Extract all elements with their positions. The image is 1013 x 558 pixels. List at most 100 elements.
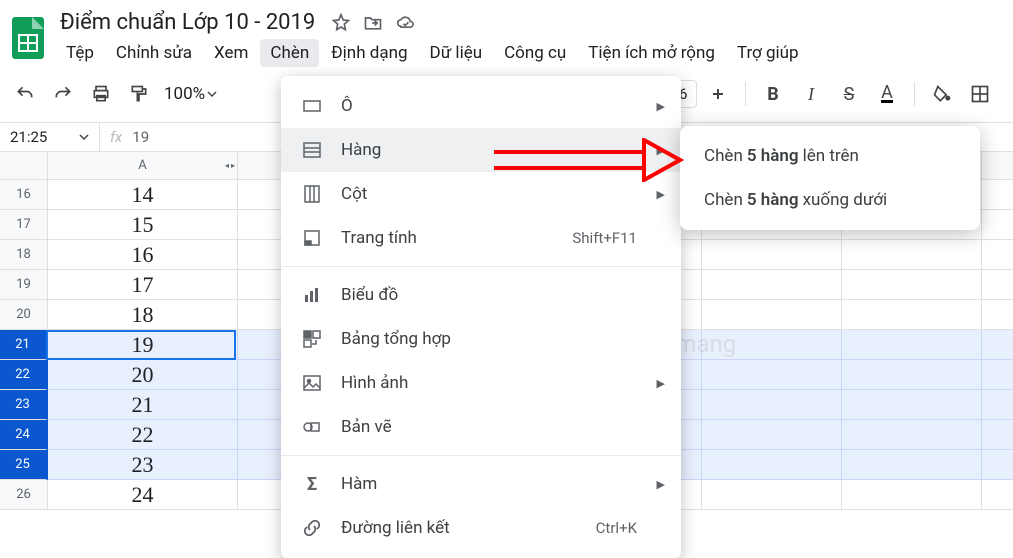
column-resize-handle[interactable]: ◂▸: [223, 164, 237, 168]
paint-format-button[interactable]: [122, 77, 156, 111]
cell[interactable]: 23: [48, 450, 238, 480]
cell[interactable]: 20: [48, 360, 238, 390]
menu-item-chart[interactable]: Biểu đồ: [281, 273, 681, 317]
fill-color-button[interactable]: [925, 77, 959, 111]
menu-tools[interactable]: Công cụ: [494, 39, 576, 67]
cell[interactable]: [842, 300, 982, 330]
row-header[interactable]: 19: [0, 270, 48, 300]
cell[interactable]: [982, 300, 1013, 330]
move-folder-icon[interactable]: [363, 13, 383, 33]
row-header[interactable]: 18: [0, 240, 48, 270]
menu-format[interactable]: Định dạng: [321, 39, 417, 67]
cell[interactable]: [238, 300, 282, 330]
menu-help[interactable]: Trợ giúp: [727, 39, 809, 67]
cell[interactable]: [982, 450, 1013, 480]
cell[interactable]: 19: [48, 330, 238, 360]
cell[interactable]: [238, 360, 282, 390]
column-header-a[interactable]: A ◂▸: [48, 152, 238, 180]
italic-button[interactable]: I: [794, 77, 828, 111]
cloud-status-icon[interactable]: [395, 13, 417, 33]
cell[interactable]: [842, 330, 982, 360]
borders-button[interactable]: [963, 77, 997, 111]
menu-insert[interactable]: Chèn: [260, 39, 319, 67]
cell[interactable]: [238, 330, 282, 360]
star-icon[interactable]: [331, 13, 351, 33]
cell[interactable]: 15: [48, 210, 238, 240]
cell[interactable]: [842, 270, 982, 300]
cell[interactable]: [982, 360, 1013, 390]
cell[interactable]: [982, 390, 1013, 420]
cell[interactable]: [842, 450, 982, 480]
name-box[interactable]: 21:25: [0, 123, 100, 151]
cell[interactable]: [238, 420, 282, 450]
row-header[interactable]: 16: [0, 180, 48, 210]
cell[interactable]: 22: [48, 420, 238, 450]
column-header[interactable]: [238, 152, 282, 180]
cell[interactable]: [702, 330, 842, 360]
menu-item-pivot[interactable]: Bảng tổng hợp: [281, 317, 681, 361]
cell[interactable]: [702, 360, 842, 390]
row-header[interactable]: 21: [0, 330, 48, 360]
select-all-corner[interactable]: [0, 152, 48, 180]
row-header[interactable]: 24: [0, 420, 48, 450]
strikethrough-button[interactable]: S: [832, 77, 866, 111]
cell[interactable]: [982, 420, 1013, 450]
cell[interactable]: [842, 390, 982, 420]
cell[interactable]: [982, 270, 1013, 300]
cell[interactable]: [238, 210, 282, 240]
menu-item-rows[interactable]: Hàng ▶: [281, 128, 681, 172]
column-header[interactable]: [982, 152, 1013, 180]
insert-rows-above[interactable]: Chèn 5 hàng lên trên: [680, 134, 980, 178]
cell[interactable]: [982, 180, 1013, 210]
cell[interactable]: 14: [48, 180, 238, 210]
cell[interactable]: [842, 420, 982, 450]
font-size-increase[interactable]: [701, 77, 735, 111]
cell[interactable]: 17: [48, 270, 238, 300]
cell[interactable]: 16: [48, 240, 238, 270]
cell[interactable]: [238, 390, 282, 420]
cell[interactable]: [982, 480, 1013, 510]
cell[interactable]: [842, 480, 982, 510]
cell[interactable]: 24: [48, 480, 238, 510]
row-header[interactable]: 22: [0, 360, 48, 390]
undo-button[interactable]: [8, 77, 42, 111]
menu-file[interactable]: Tệp: [56, 39, 104, 67]
insert-rows-below[interactable]: Chèn 5 hàng xuống dưới: [680, 178, 980, 222]
cell[interactable]: [842, 360, 982, 390]
row-header[interactable]: 26: [0, 480, 48, 510]
formula-input[interactable]: 19: [132, 128, 149, 146]
menu-extensions[interactable]: Tiện ích mở rộng: [578, 39, 725, 67]
menu-item-cells[interactable]: Ô ▶: [281, 84, 681, 128]
cell[interactable]: [702, 450, 842, 480]
cell[interactable]: [238, 450, 282, 480]
cell[interactable]: [982, 240, 1013, 270]
document-title[interactable]: Điểm chuẩn Lớp 10 - 2019: [56, 8, 319, 37]
cell[interactable]: [842, 240, 982, 270]
cell[interactable]: 21: [48, 390, 238, 420]
cell[interactable]: [238, 240, 282, 270]
menu-item-drawing[interactable]: Bản vẽ: [281, 405, 681, 449]
menu-item-image[interactable]: Hình ảnh ▶: [281, 361, 681, 405]
redo-button[interactable]: [46, 77, 80, 111]
row-header[interactable]: 25: [0, 450, 48, 480]
cell[interactable]: [238, 180, 282, 210]
menu-item-function[interactable]: Σ Hàm ▶: [281, 462, 681, 506]
cell[interactable]: [982, 330, 1013, 360]
cell[interactable]: [982, 210, 1013, 240]
text-color-button[interactable]: A: [870, 77, 904, 111]
cell[interactable]: [238, 480, 282, 510]
menu-view[interactable]: Xem: [204, 39, 258, 67]
row-header[interactable]: 20: [0, 300, 48, 330]
cell[interactable]: [702, 270, 842, 300]
cell[interactable]: 18: [48, 300, 238, 330]
cell[interactable]: [238, 270, 282, 300]
menu-item-columns[interactable]: Cột ▶: [281, 172, 681, 216]
bold-button[interactable]: B: [756, 77, 790, 111]
cell[interactable]: [702, 240, 842, 270]
row-header[interactable]: 17: [0, 210, 48, 240]
cell[interactable]: [702, 420, 842, 450]
print-button[interactable]: [84, 77, 118, 111]
cell[interactable]: [702, 300, 842, 330]
menu-data[interactable]: Dữ liệu: [420, 39, 493, 67]
menu-item-link[interactable]: Đường liên kết Ctrl+K: [281, 506, 681, 550]
